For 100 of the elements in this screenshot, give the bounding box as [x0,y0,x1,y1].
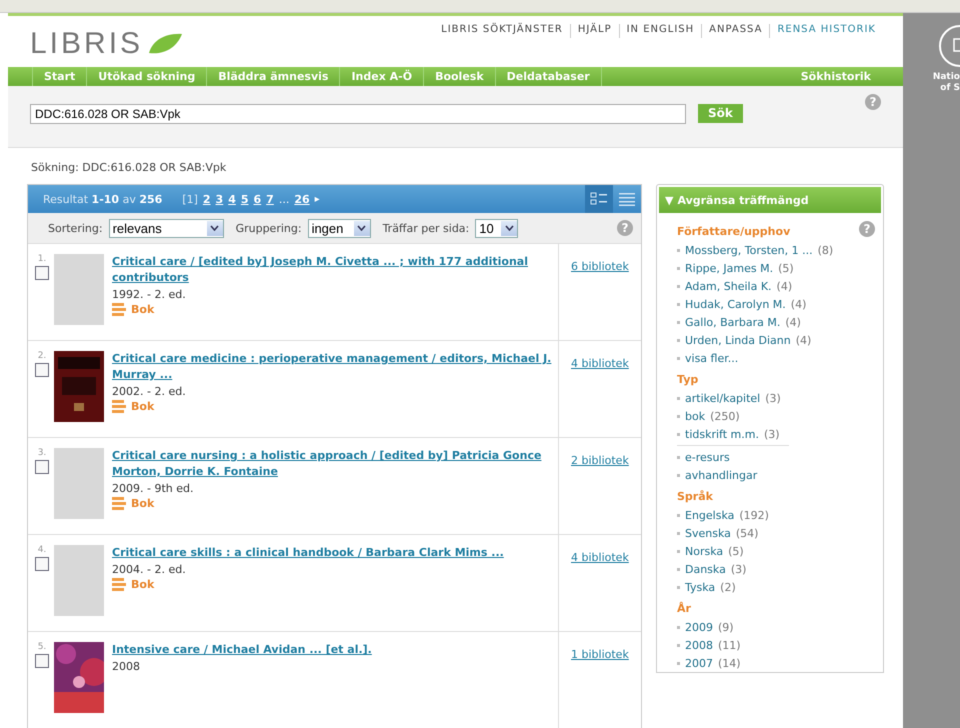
facet-link[interactable]: Danska [685,562,726,576]
publication-info: 2004. - 2. ed. [112,563,187,576]
result-count: Resultat 1-10 av 256 [43,192,162,206]
facet-count: (4) [796,334,812,346]
library-count-link[interactable]: 2 bibliotek [571,454,629,467]
result-title-link[interactable]: Critical care medicine : perioperative management / editors, Michael J. Murray ... [112,351,552,383]
facet-link[interactable]: Rippe, James M. [685,262,774,274]
facet-count: (54) [736,526,758,540]
result-number: 4. [38,545,46,555]
view-toggle[interactable] [585,185,613,213]
dropdown[interactable]: relevans [108,218,224,238]
facet-count: (9) [718,620,734,634]
facet-count: (5) [728,544,744,558]
header-link[interactable]: LIBRIS SÖKTJÄNSTER [434,24,570,38]
logo-text: LIBRIS [30,26,144,61]
header-link[interactable]: IN ENGLISH [618,24,702,38]
result-title-link[interactable]: Intensive care / Michael Avidan ... [et al.]. [112,642,552,658]
facet-link[interactable]: avhandlingar [685,468,758,482]
search-button[interactable]: Sök [698,104,743,123]
library-count-link[interactable]: 6 bibliotek [571,260,629,273]
facet-count: (5) [778,262,794,274]
header-link[interactable]: RENSA HISTORIK [769,24,883,38]
material-type: Bok [131,497,154,510]
page-link[interactable]: 3 [216,192,224,206]
facet-link[interactable]: Engelska [685,508,734,522]
publication-info: 2009. - 9th ed. [112,482,194,495]
facet-link[interactable]: Norska [685,544,724,558]
page-link[interactable]: [1] [182,192,198,206]
facet-heading: Typ [677,373,698,386]
strip-text: Natio [932,73,960,82]
search-field[interactable]: DDC:616.028 OR SAB:Vpk [30,104,686,124]
facet-count: (14) [718,656,741,670]
facet-link[interactable]: Gallo, Barbara M. [685,316,780,328]
search-query: Sökning: DDC:616.028 OR SAB:Vpk [31,161,226,174]
checkbox[interactable] [35,266,49,280]
checkbox[interactable] [35,654,49,668]
facet-link[interactable]: 2008 [685,638,713,652]
facet-link[interactable]: Tyska [685,580,716,594]
result-title-link[interactable]: Critical care / [edited by] Joseph M. Civetta ... ; with 177 additional contributors [112,254,552,286]
control-label: Gruppering: [236,222,302,234]
facet-link[interactable]: tidskrift m.m. [685,428,759,440]
facet-link[interactable]: 2009 [685,620,713,634]
page-link[interactable]: 7 [266,192,274,206]
help-icon[interactable]: ? [859,221,875,237]
help-icon[interactable]: ? [865,94,881,110]
caret-icon [210,225,220,231]
facet-count: (4) [790,298,806,310]
facet-link[interactable]: 2007 [685,656,713,670]
facet-header[interactable]: ▼ Avgränsa träffmängd [659,187,881,213]
library-count-link[interactable]: 4 bibliotek [571,357,629,370]
help-icon[interactable]: ? [617,220,633,236]
result-number: 2. [38,351,46,361]
facet-link[interactable]: Hudak, Carolyn M. [685,298,786,310]
facet-heading: Språk [677,490,713,503]
page-link[interactable]: 2 [202,192,211,206]
facet-link[interactable]: artikel/kapitel [685,392,760,404]
library-count-link[interactable]: 1 bibliotek [571,648,629,661]
facet-link[interactable]: visa fler... [685,352,738,364]
checkbox[interactable] [35,557,49,571]
result-number: 5. [38,642,46,652]
next-page-icon[interactable]: ▸ [314,194,320,204]
facet-link[interactable]: e-resurs [685,450,730,464]
page-link[interactable]: 26 [294,192,310,206]
facet-link[interactable]: Svenska [685,526,731,540]
book-stack-icon [112,303,126,316]
page-link[interactable]: 4 [228,192,236,206]
result-number: 3. [38,448,46,458]
facet-count: (2) [720,580,736,594]
publication-info: 2002. - 2. ed. [112,385,187,398]
leaf-icon [147,32,184,55]
material-type: Bok [131,303,154,316]
publication-info: 2008 [112,660,141,673]
facet-link[interactable]: bok [685,410,706,422]
result-title-link[interactable]: Critical care nursing : a holistic approach / [edited by] Patricia Gonce Morton, Dorrie K. Fontaine [112,448,552,480]
library-count-link[interactable]: 4 bibliotek [571,551,629,564]
book-stack-icon [112,578,126,591]
caret-icon [504,225,514,231]
checkbox[interactable] [35,363,49,377]
list-lines-icon [618,192,636,206]
material-type: Bok [131,578,154,591]
detailed-list-icon [590,192,608,206]
facet-count: (4) [776,280,792,292]
facet-count: (3) [730,562,746,576]
facet-link[interactable]: Mossberg, Torsten, 1 ... [685,244,813,256]
page-link[interactable]: 5 [240,192,249,206]
header-link[interactable]: HJÄLP [570,24,619,38]
dropdown[interactable]: ingen [308,218,371,238]
dropdown[interactable]: 10 [475,218,518,238]
result-number: 1. [38,254,46,264]
page-ellipsis: ... [278,192,290,206]
page-link[interactable]: 6 [254,192,262,206]
facet-link[interactable]: Urden, Linda Diann [685,334,791,346]
facet-count: (3) [764,428,780,440]
facet-link[interactable]: Adam, Sheila K. [685,280,772,292]
control-label: Träffar per sida: [382,222,470,234]
header-link[interactable]: ANPASSA [701,24,770,38]
checkbox[interactable] [35,460,49,474]
result-title-link[interactable]: Critical care skills : a clinical handbook / Barbara Clark Mims ... [112,545,552,561]
facet-count: (8) [818,244,834,256]
caret-icon [357,225,366,231]
